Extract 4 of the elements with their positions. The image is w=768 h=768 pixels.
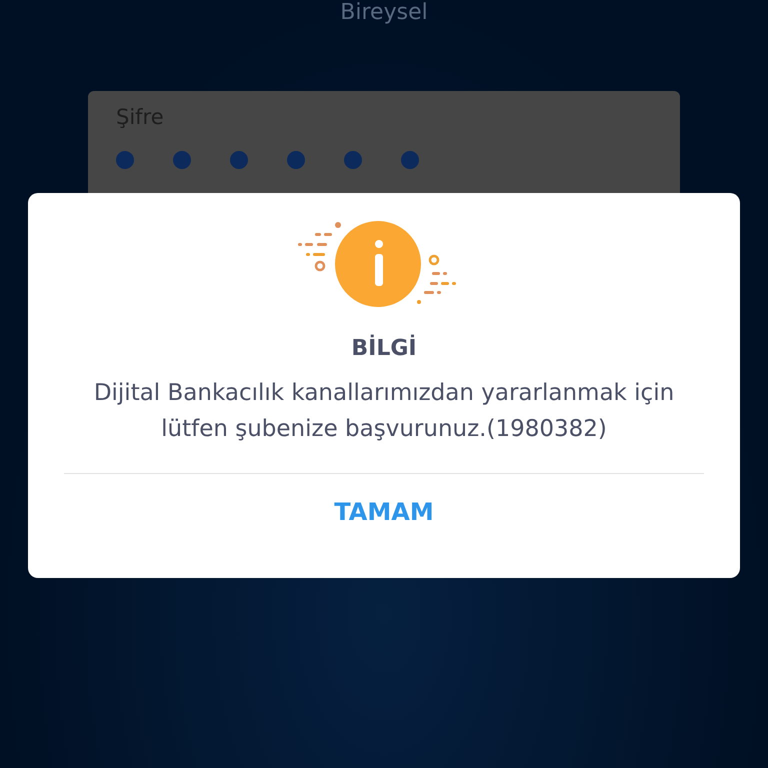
dialog-title: BİLGİ	[351, 336, 417, 361]
dialog-message: Dijital Bankacılık kanallarımızdan yararlanmak için lütfen şubenize başvurunuz.(1980382)	[92, 379, 676, 444]
ok-button[interactable]: TAMAM	[314, 492, 454, 532]
header-title: Bireysel	[340, 0, 428, 26]
